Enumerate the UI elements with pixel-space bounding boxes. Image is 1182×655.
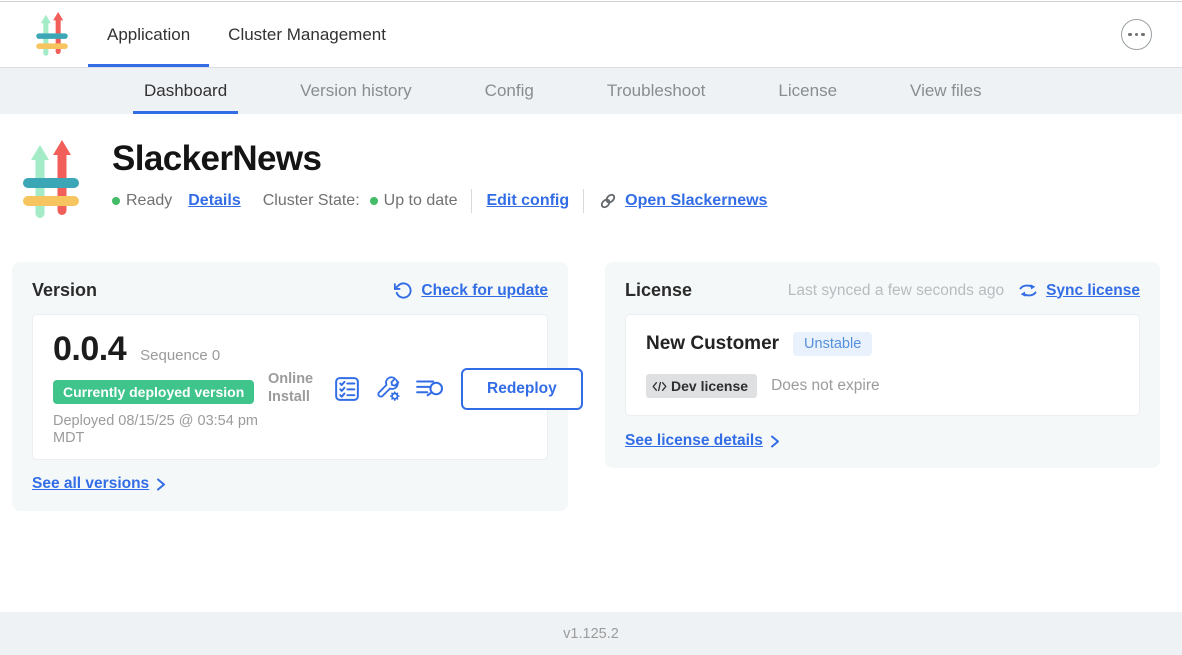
tab-cluster-management[interactable]: Cluster Management <box>209 2 405 67</box>
sync-arrows-icon <box>1018 282 1038 299</box>
cluster-state-dot <box>370 197 378 205</box>
app-hero: SlackerNews Ready Details Cluster State:… <box>22 139 1182 228</box>
channel-badge: Unstable <box>793 332 872 356</box>
sync-license-link[interactable]: Sync license <box>1046 282 1140 300</box>
license-card-header: License Last synced a few seconds ago Sy… <box>625 280 1140 301</box>
sequence-label: Sequence 0 <box>140 347 220 364</box>
last-synced-text: Last synced a few seconds ago <box>788 282 1004 300</box>
app-status-row: Ready Details Cluster State: Up to date … <box>112 189 767 213</box>
configure-wrench-icon[interactable] <box>374 375 402 403</box>
license-header-actions: Last synced a few seconds ago Sync licen… <box>788 282 1140 300</box>
app-footer: v1.125.2 <box>0 612 1182 655</box>
app-header: Application Cluster Management <box>0 2 1182 67</box>
divider <box>583 189 584 213</box>
version-number-row: 0.0.4 Sequence 0 <box>53 330 268 369</box>
see-all-versions-link[interactable]: See all versions <box>32 475 548 493</box>
app-status-text: Ready <box>126 192 172 210</box>
see-license-details-link[interactable]: See license details <box>625 432 1140 450</box>
code-icon <box>652 381 667 392</box>
dashboard-cards: Version Check for update 0.0.4 Sequence … <box>12 262 1170 511</box>
slackernews-app-icon <box>22 139 80 223</box>
version-number: 0.0.4 <box>53 330 126 369</box>
redeploy-button[interactable]: Redeploy <box>461 368 583 410</box>
divider <box>471 189 472 213</box>
tab-license[interactable]: License <box>767 68 848 114</box>
open-app-label: Open Slackernews <box>625 192 767 210</box>
tab-dashboard[interactable]: Dashboard <box>133 68 238 114</box>
version-actions: Online Install <box>268 368 583 410</box>
deployed-timestamp: Deployed 08/15/25 @ 03:54 pm MDT <box>53 413 268 447</box>
current-version-panel: 0.0.4 Sequence 0 Currently deployed vers… <box>32 314 548 460</box>
more-menu-button[interactable] <box>1121 19 1152 50</box>
dashboard-main: SlackerNews Ready Details Cluster State:… <box>0 114 1182 612</box>
refresh-icon <box>394 281 413 300</box>
version-info: 0.0.4 Sequence 0 Currently deployed vers… <box>53 330 268 447</box>
check-for-update-link[interactable]: Check for update <box>394 281 548 300</box>
cluster-state-label: Cluster State: <box>263 192 360 210</box>
version-card-title: Version <box>32 280 97 301</box>
edit-config-link[interactable]: Edit config <box>486 192 569 210</box>
chain-link-icon <box>598 191 618 211</box>
license-card: License Last synced a few seconds ago Sy… <box>605 262 1160 468</box>
version-card: Version Check for update 0.0.4 Sequence … <box>12 262 568 511</box>
status-details-link[interactable]: Details <box>188 192 240 210</box>
hero-text: SlackerNews Ready Details Cluster State:… <box>112 139 767 228</box>
slackernews-logo-icon <box>33 12 71 58</box>
console-version: v1.125.2 <box>563 626 619 642</box>
page-title: SlackerNews <box>112 141 767 176</box>
customer-row: New Customer Unstable <box>646 332 1119 356</box>
cluster-state-value: Up to date <box>384 192 458 210</box>
chevron-right-icon <box>770 434 780 449</box>
chevron-right-icon <box>156 477 166 492</box>
check-for-update-label: Check for update <box>421 282 548 300</box>
dev-license-tag: Dev license <box>646 374 757 398</box>
dev-license-label: Dev license <box>671 378 748 394</box>
app-subnav: Dashboard Version history Config Trouble… <box>0 67 1182 114</box>
tab-application[interactable]: Application <box>88 2 209 67</box>
license-details-panel: New Customer Unstable Dev license Does n… <box>625 314 1140 416</box>
preflight-checks-icon[interactable] <box>333 375 361 403</box>
brand-logo[interactable] <box>33 12 71 58</box>
header-right <box>1121 2 1152 67</box>
app-status-dot <box>112 197 120 205</box>
open-app-link[interactable]: Open Slackernews <box>598 191 767 211</box>
view-logs-icon[interactable] <box>415 376 445 401</box>
version-card-header: Version Check for update <box>32 280 548 301</box>
header-tabs: Application Cluster Management <box>88 2 405 67</box>
license-type-row: Dev license Does not expire <box>646 374 1119 398</box>
ellipsis-icon <box>1128 33 1132 37</box>
customer-name: New Customer <box>646 333 779 355</box>
app-icon <box>22 139 80 228</box>
deployed-badge: Currently deployed version <box>53 380 254 404</box>
tab-view-files[interactable]: View files <box>899 68 993 114</box>
tab-config[interactable]: Config <box>474 68 545 114</box>
tab-version-history[interactable]: Version history <box>289 68 423 114</box>
see-all-versions-label: See all versions <box>32 475 149 493</box>
see-license-details-label: See license details <box>625 432 763 450</box>
license-expiration: Does not expire <box>771 377 880 395</box>
install-type-label: Online Install <box>268 371 320 406</box>
license-card-title: License <box>625 280 692 301</box>
tab-troubleshoot[interactable]: Troubleshoot <box>596 68 717 114</box>
